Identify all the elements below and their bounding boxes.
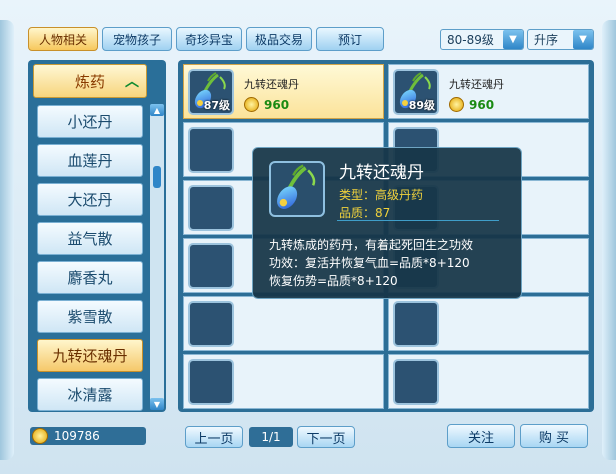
tooltip-quality: 品质：87 [339,206,391,220]
prev-page-button[interactable]: 上一页 [185,426,243,448]
chevron-up-icon: ︿ [125,74,139,90]
tooltip-title: 九转还魂丹 [339,163,424,183]
scroll-up-icon[interactable]: ▲ [150,104,164,116]
item-name: 九转还魂丹 [244,78,299,91]
empty-slot [188,185,234,231]
item-price: 960 [264,98,290,112]
tab-treasures[interactable]: 奇珍异宝 [176,27,242,51]
empty-slot [188,127,234,173]
coin-icon [449,97,464,112]
empty-slot [393,359,439,405]
tab-pets[interactable]: 宠物孩子 [102,27,172,51]
empty-slot [188,243,234,289]
chevron-down-icon[interactable]: ▼ [503,30,523,49]
tab-reserve[interactable]: 预订 [316,27,384,51]
empty-slot [188,359,234,405]
category-header-alchemy[interactable]: 炼药 ︿ [33,64,147,98]
money-value: 109786 [54,429,100,443]
sidebar-item[interactable]: 小还丹 [37,105,143,138]
empty-listing-cell [183,296,384,351]
category-label: 炼药 [74,72,105,91]
sidebar-scrollbar[interactable]: ▲ ▼ [150,104,164,410]
item-tooltip: 九转还魂丹 类型：高级丹药 品质：87 九转炼成的药丹，有着起死回生之功效 功效… [252,147,522,299]
level-filter-value: 80-89级 [447,33,494,47]
item-slot: 87级 [188,69,234,115]
item-slot: 89级 [393,69,439,115]
item-level: 89级 [408,99,435,112]
item-price: 960 [469,98,495,112]
sidebar-item[interactable]: 大还丹 [37,183,143,216]
sidebar-item-selected[interactable]: 九转还魂丹 [37,339,143,372]
empty-listing-cell [388,296,589,351]
tab-premium-trade[interactable]: 极品交易 [246,27,312,51]
scroll-thumb[interactable] [153,166,161,188]
next-page-button[interactable]: 下一页 [297,426,355,448]
sidebar-item[interactable]: 紫雪散 [37,300,143,333]
tooltip-desc: 恢复伤势=品质*8+120 [269,274,398,288]
item-level: 87级 [203,99,230,112]
empty-slot [188,301,234,347]
window-edge-right [602,20,616,460]
tooltip-item-slot [269,161,325,217]
money-display: 109786 [30,427,146,445]
sidebar-item[interactable]: 冰清露 [37,378,143,411]
empty-listing-cell [183,354,384,409]
elixir-bottle-icon [277,164,316,209]
empty-slot [393,301,439,347]
follow-button[interactable]: 关注 [447,424,515,448]
tooltip-desc: 功效：复活并恢复气血=品质*8+120 [269,256,470,270]
coin-icon [244,97,259,112]
listing-cell[interactable]: 89级 九转还魂丹 960 [388,64,589,119]
tooltip-divider [337,220,499,221]
tab-character[interactable]: 人物相关 [28,27,98,51]
buy-button[interactable]: 购 买 [520,424,588,448]
sidebar-item[interactable]: 血莲丹 [37,144,143,177]
page-indicator: 1/1 [249,427,293,447]
sidebar-item[interactable]: 麝香丸 [37,261,143,294]
sort-select[interactable]: 升序 ▼ [527,29,594,50]
listing-cell[interactable]: 87级 九转还魂丹 960 [183,64,384,119]
coin-icon [32,428,48,444]
tab-bar: 人物相关 宠物孩子 奇珍异宝 极品交易 预订 [28,27,384,51]
level-filter-select[interactable]: 80-89级 ▼ [440,29,524,50]
chevron-down-icon[interactable]: ▼ [573,30,593,49]
item-name: 九转还魂丹 [449,78,504,91]
scroll-down-icon[interactable]: ▼ [150,398,164,410]
sidebar-item[interactable]: 益气散 [37,222,143,255]
empty-listing-cell [388,354,589,409]
sort-value: 升序 [534,33,559,47]
tooltip-desc: 九转炼成的药丹，有着起死回生之功效 [269,238,474,252]
tooltip-type: 类型：高级丹药 [339,188,424,202]
window-edge-left [0,20,14,460]
